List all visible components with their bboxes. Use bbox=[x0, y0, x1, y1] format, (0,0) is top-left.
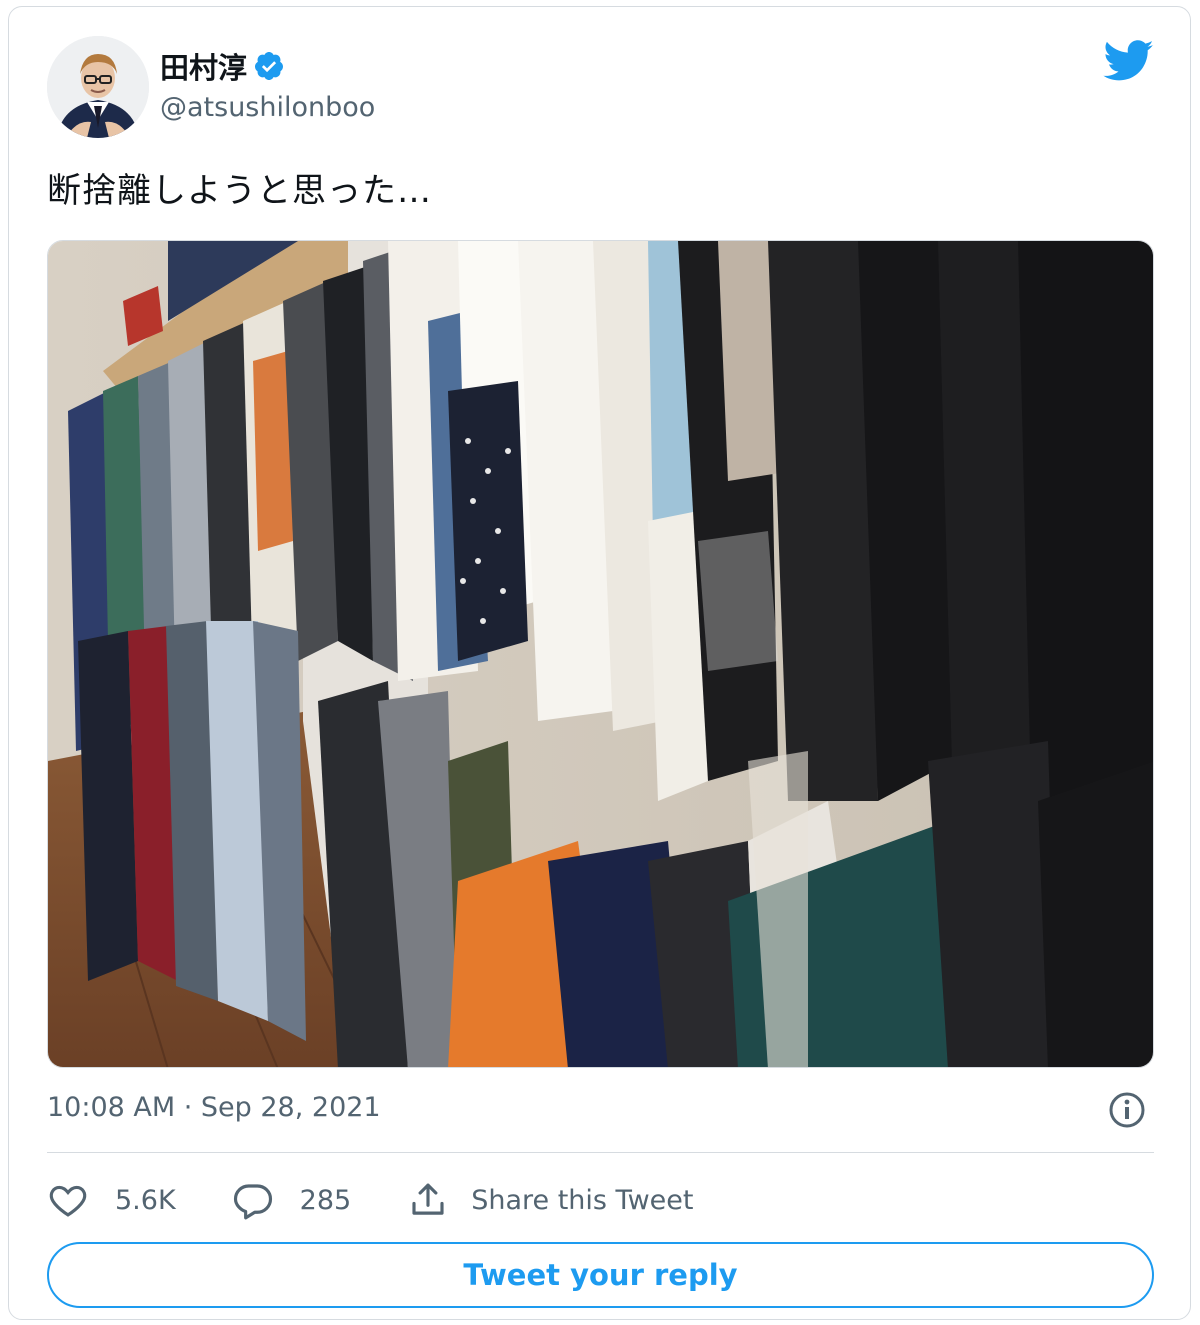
heart-icon bbox=[49, 1185, 87, 1217]
tweet-timestamp[interactable]: 10:08 AM · Sep 28, 2021 bbox=[47, 1092, 381, 1123]
tweet-actions: 5.6K 285 Share this Tweet bbox=[47, 1170, 749, 1230]
twitter-bird-icon[interactable] bbox=[1103, 40, 1155, 82]
tweet-your-reply-label: Tweet your reply bbox=[463, 1258, 738, 1292]
reply-button[interactable]: 285 bbox=[232, 1179, 352, 1221]
like-button[interactable]: 5.6K bbox=[47, 1179, 176, 1221]
divider bbox=[47, 1152, 1154, 1153]
info-icon[interactable] bbox=[1107, 1090, 1147, 1130]
author-display-name[interactable]: 田村淳 bbox=[160, 45, 247, 87]
tweet-photo[interactable] bbox=[47, 240, 1154, 1068]
author-handle[interactable]: @atsushilonboo bbox=[160, 92, 375, 123]
share-icon bbox=[412, 1183, 444, 1215]
share-tweet-button[interactable]: Share this Tweet bbox=[407, 1179, 693, 1221]
share-label: Share this Tweet bbox=[471, 1184, 694, 1216]
tweet-text: 断捨離しようと思った… bbox=[47, 171, 432, 211]
reply-bubble-icon bbox=[233, 1184, 272, 1220]
reply-count: 285 bbox=[299, 1184, 352, 1216]
tweet-your-reply-button[interactable]: Tweet your reply bbox=[47, 1242, 1154, 1308]
author-name-row[interactable]: 田村淳 bbox=[160, 44, 285, 88]
like-count: 5.6K bbox=[115, 1184, 176, 1216]
verified-badge-icon bbox=[255, 52, 284, 80]
author-avatar[interactable] bbox=[47, 36, 149, 138]
closet-photo-illustration bbox=[48, 241, 1153, 1067]
